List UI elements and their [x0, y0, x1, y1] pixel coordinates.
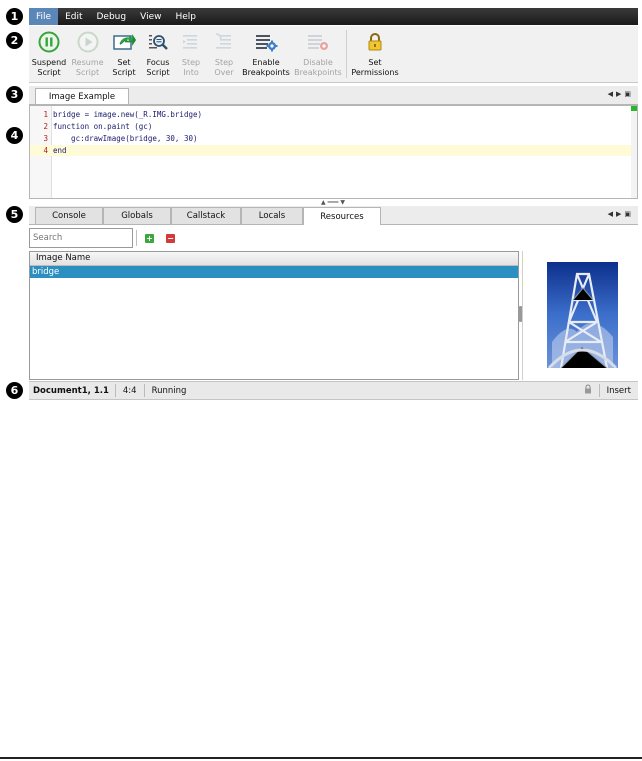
menu-file[interactable]: File: [29, 8, 59, 25]
focus-label-2: Script: [146, 68, 170, 77]
column-header-image-name[interactable]: Image Name: [30, 252, 518, 266]
bottom-tab-nav[interactable]: ◀▶▣: [608, 210, 634, 218]
step-into-button[interactable]: Step Into: [174, 26, 208, 82]
set-script-label-1: Set: [117, 58, 131, 67]
image-preview-pane: [522, 251, 639, 380]
code-line[interactable]: 2 function on.paint (gc): [30, 121, 632, 132]
status-bar: Document1, 1.1 4:4 Running Insert: [29, 381, 638, 400]
code-line[interactable]: 1 bridge = image.new(_R.IMG.bridge): [30, 109, 632, 120]
line-text: gc:drawImage(bridge, 30, 30): [53, 134, 198, 143]
step-over-button[interactable]: Step Over: [208, 26, 240, 82]
marker-2: 2: [6, 32, 23, 49]
tab-locals[interactable]: Locals: [241, 207, 303, 224]
status-state: Running: [151, 385, 187, 396]
status-insert-mode[interactable]: Insert: [600, 386, 638, 396]
menu-help[interactable]: Help: [168, 8, 203, 25]
set-perm-label-2: Permissions: [351, 68, 399, 77]
focus-label-1: Focus: [146, 58, 170, 67]
enable-bp-label-2: Breakpoints: [242, 68, 290, 77]
tab-callstack[interactable]: Callstack: [171, 207, 241, 224]
enable-breakpoints-button[interactable]: Enable Breakpoints: [240, 26, 292, 82]
resume-label-1: Resume: [71, 58, 104, 67]
editor-scrollbar[interactable]: [631, 106, 637, 198]
disable-breakpoints-button[interactable]: Disable Breakpoints: [292, 26, 344, 82]
image-list: Image Name bridge: [29, 251, 519, 380]
editor-tab-nav[interactable]: ◀▶▣: [608, 90, 634, 98]
toolbar-separator: [346, 30, 347, 78]
menu-view[interactable]: View: [133, 8, 168, 25]
suspend-script-button[interactable]: Suspend Script: [29, 26, 69, 82]
marker-6: 6: [6, 382, 23, 399]
line-text: end: [53, 146, 67, 155]
set-script-button[interactable]: Set Script: [106, 26, 142, 82]
line-number: 1: [43, 110, 48, 119]
enable-bp-label-1: Enable: [252, 58, 280, 67]
tab-console[interactable]: Console: [35, 207, 103, 224]
enable-breakpoints-icon: [254, 30, 278, 54]
marker-3: 3: [6, 86, 23, 103]
status-document: Document1, 1.1: [33, 385, 109, 396]
line-number: 3: [43, 134, 48, 143]
set-script-label-2: Script: [112, 68, 136, 77]
pane-splitter-grip[interactable]: ▲ ━━━ ▼: [318, 200, 348, 206]
marker-1: 1: [6, 8, 23, 25]
set-script-icon: [112, 30, 136, 54]
resume-script-button[interactable]: Resume Script: [69, 26, 106, 82]
bridge-preview-image: [547, 262, 618, 368]
editor-tab-strip: Image Example ◀▶▣: [29, 86, 638, 105]
suspend-label-2: Script: [37, 68, 61, 77]
menu-edit[interactable]: Edit: [58, 8, 89, 25]
tab-globals[interactable]: Globals: [103, 207, 171, 224]
step-into-label-1: Step: [181, 58, 201, 67]
tab-left-arrow-icon[interactable]: ◀: [608, 90, 616, 98]
lock-icon: [363, 30, 387, 54]
marker-5: 5: [6, 206, 23, 223]
focus-script-button[interactable]: Focus Script: [142, 26, 174, 82]
disable-bp-label-2: Breakpoints: [294, 68, 342, 77]
menu-debug[interactable]: Debug: [90, 8, 134, 25]
disable-bp-label-1: Disable: [303, 58, 333, 67]
toolbar: Suspend Script Resume Script Set Script Foc…: [29, 26, 638, 83]
step-over-label-2: Over: [214, 68, 234, 77]
bottom-tab-strip: Console Globals Callstack Locals Resourc…: [29, 206, 638, 225]
add-resource-button[interactable]: +: [145, 234, 154, 243]
set-perm-label-1: Set: [368, 58, 382, 67]
bottom-tab-left-arrow-icon[interactable]: ◀: [608, 210, 616, 218]
line-number: 4: [43, 146, 48, 155]
bottom-border: [0, 757, 642, 759]
bottom-tab-menu-icon[interactable]: ▣: [624, 210, 634, 218]
line-number: 2: [43, 122, 48, 131]
pause-icon: [37, 30, 61, 54]
status-lock-icon: [577, 384, 599, 397]
tab-image-example[interactable]: Image Example: [35, 88, 129, 104]
toolbar-divider: [136, 230, 137, 246]
line-text: bridge = image.new(_R.IMG.bridge): [53, 110, 203, 119]
scroll-status-marker: [631, 106, 637, 111]
step-over-icon: [212, 30, 236, 54]
disable-breakpoints-icon: [306, 30, 330, 54]
menu-bar: File Edit Debug View Help: [29, 8, 638, 25]
list-item[interactable]: bridge: [30, 266, 518, 278]
code-editor[interactable]: 1 bridge = image.new(_R.IMG.bridge) 2 fu…: [29, 105, 638, 199]
step-over-label-1: Step: [214, 58, 234, 67]
remove-resource-button[interactable]: −: [166, 234, 175, 243]
resume-label-2: Script: [75, 68, 100, 77]
status-ratio: 4:4: [122, 385, 137, 396]
line-text: function on.paint (gc): [53, 122, 153, 131]
tab-resources[interactable]: Resources: [303, 207, 381, 225]
suspend-label-1: Suspend: [31, 58, 67, 67]
current-code-line[interactable]: 4 end: [30, 145, 632, 156]
tab-menu-icon[interactable]: ▣: [624, 90, 634, 98]
step-into-icon: [179, 30, 203, 54]
play-icon: [76, 30, 100, 54]
focus-magnifier-icon: [146, 30, 170, 54]
step-into-label-2: Into: [183, 68, 199, 77]
code-line[interactable]: 3 gc:drawImage(bridge, 30, 30): [30, 133, 632, 144]
resource-search-input[interactable]: [29, 228, 133, 248]
set-permissions-button[interactable]: Set Permissions: [349, 26, 401, 82]
marker-4: 4: [6, 127, 23, 144]
